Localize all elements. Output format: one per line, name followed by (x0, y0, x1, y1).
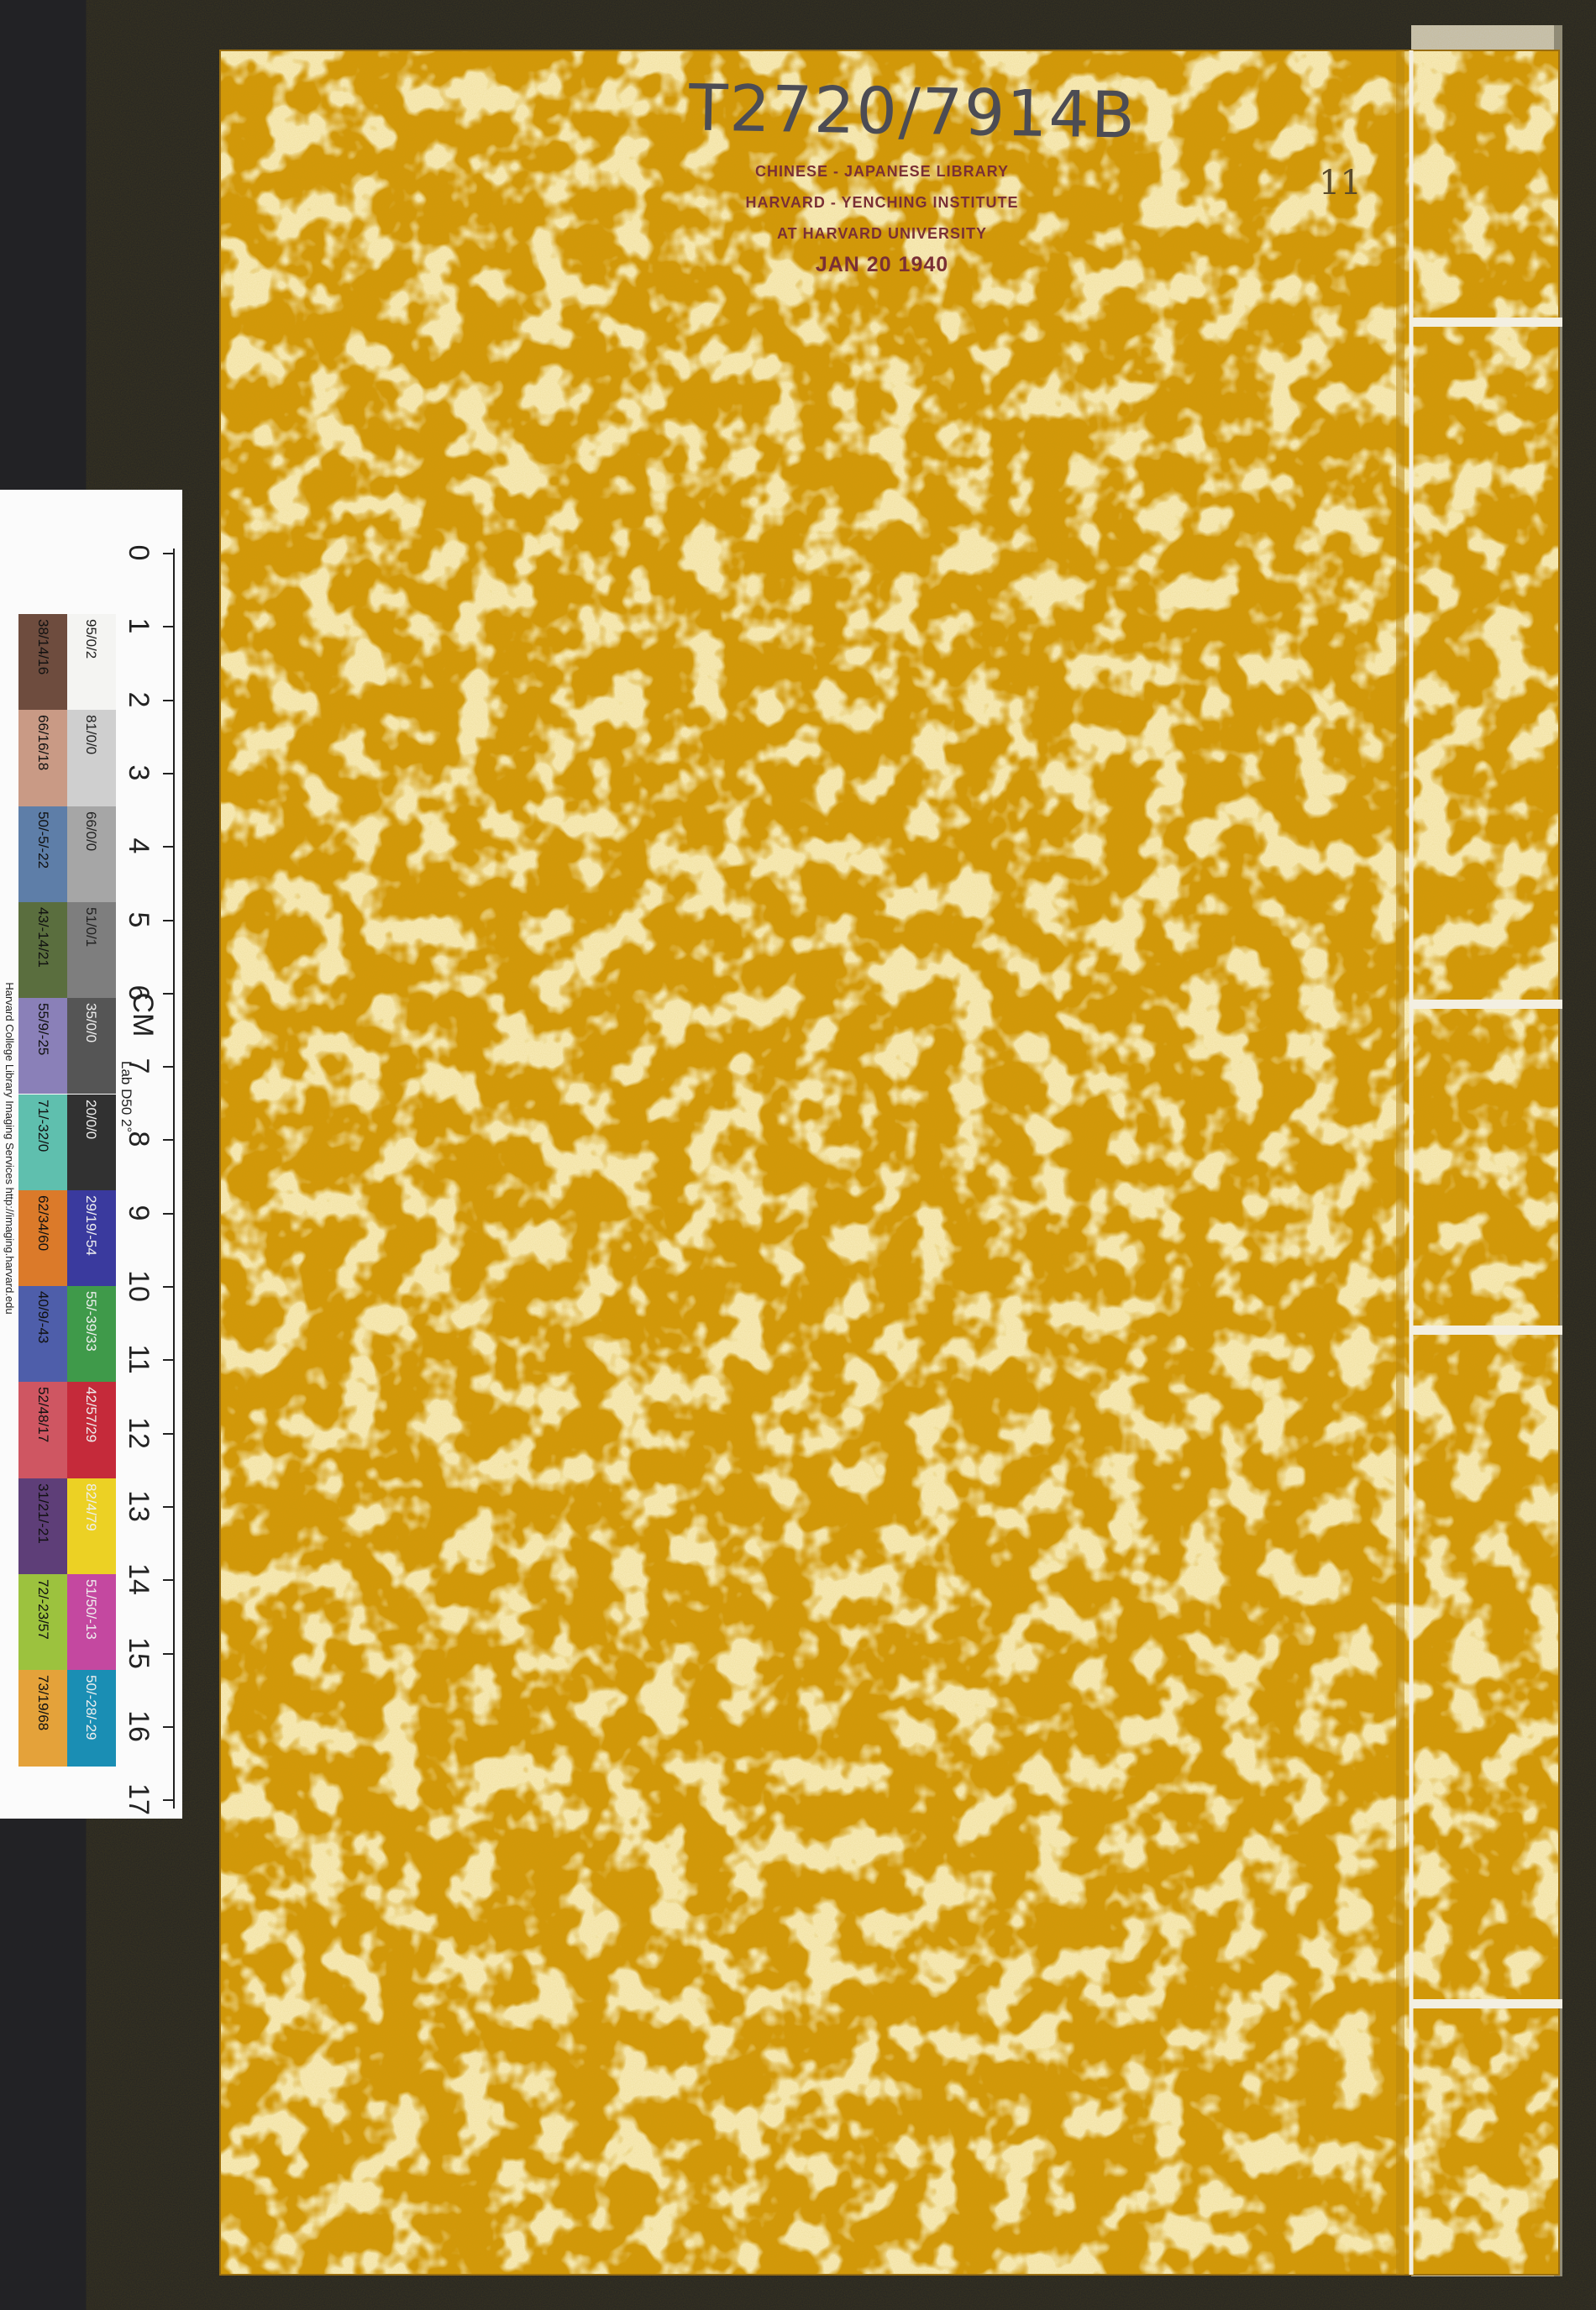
ruler-label: 10 (123, 1270, 155, 1302)
stamp-date: JAN 20 1940 (815, 253, 949, 276)
gray-patch-label: 50/-28/-29 (83, 1675, 99, 1740)
stamp-line-1: CHINESE - JAPANESE LIBRARY (754, 163, 1010, 180)
color-patch-label: 38/14/16 (35, 619, 51, 675)
handwritten-call-number: T2720/7914B (688, 70, 1137, 153)
color-patch-label: 52/48/17 (35, 1387, 51, 1443)
ruler-label: 17 (123, 1783, 155, 1815)
gray-patch-label: 82/4/79 (83, 1483, 99, 1531)
ruler-label: 8 (123, 1131, 155, 1147)
target-credit: Harvard College Library Imaging Services… (3, 982, 16, 1315)
cover-grain (220, 50, 1559, 2275)
gray-patch-label: 20/0/0 (83, 1099, 99, 1139)
spine-strip (1396, 50, 1404, 2275)
color-patch-label: 50/-5/-22 (35, 811, 51, 869)
gray-patch-label: 35/0/0 (83, 1003, 99, 1043)
ruler-label: 11 (123, 1344, 155, 1374)
library-stamp: CHINESE - JAPANESE LIBRARY HARVARD - YEN… (731, 156, 1033, 281)
ruler-label: 2 (123, 691, 155, 708)
ruler-tick (163, 1725, 175, 1728)
ruler-tick (163, 1066, 175, 1068)
ruler-tick (163, 1505, 175, 1508)
gray-patch-label: 55/-39/33 (83, 1291, 99, 1352)
ruler-tick (163, 1652, 175, 1655)
ruler-tick (163, 1579, 175, 1582)
binding-stitch-2 (1410, 1000, 1562, 1009)
ruler-line (173, 549, 175, 1809)
ruler-label: 15 (123, 1636, 155, 1669)
binding-stitch-4 (1410, 1999, 1562, 2008)
ruler-label: 12 (123, 1416, 155, 1449)
gray-patch-label: 81/0/0 (83, 715, 99, 755)
ruler-label: 16 (123, 1709, 155, 1742)
gray-patch-label: 51/0/1 (83, 906, 99, 948)
ruler-label: 4 (123, 837, 155, 854)
ruler-label: 1 (123, 617, 155, 634)
ruler-tick (163, 1359, 175, 1362)
gray-patch-label: 95/0/2 (83, 619, 99, 659)
ruler-tick (163, 1212, 175, 1215)
color-patch-label: 66/16/18 (35, 715, 51, 771)
gray-patch-label: 42/57/29 (83, 1387, 99, 1443)
ruler-label: 14 (123, 1563, 155, 1596)
ruler-label: 6 (123, 984, 155, 1001)
ruler-tick (163, 626, 175, 628)
color-patch-label: 72/-23/57 (35, 1579, 51, 1640)
ruler-tick (163, 772, 175, 774)
ruler-tick (163, 992, 175, 995)
binding-stitch-1 (1410, 318, 1562, 327)
stamp-line-3: AT HARVARD UNIVERSITY (776, 225, 988, 242)
ruler-tick (163, 1139, 175, 1142)
book-cover-scene (219, 25, 1562, 2276)
color-patch-label: 71/-32/0 (35, 1099, 51, 1152)
color-patch-label: 40/9/-43 (35, 1291, 51, 1344)
ruler-label: 7 (123, 1058, 155, 1074)
ruler-tick (163, 553, 175, 554)
color-patch-label: 55/9/-25 (35, 1003, 51, 1056)
ruler-tick (163, 919, 175, 921)
gray-patch-label: 29/19/-54 (83, 1194, 99, 1256)
ruler-tick (163, 699, 175, 701)
ruler-label: 3 (123, 764, 155, 781)
gray-patch-label: 66/0/0 (83, 811, 99, 851)
color-patch-label: 31/21/-21 (35, 1483, 51, 1544)
gray-patch-label: 51/50/-13 (83, 1579, 99, 1640)
binding-stitch-3 (1410, 1326, 1562, 1335)
color-patch-label: 73/19/68 (35, 1675, 51, 1731)
color-patch-label: 43/-14/21 (35, 906, 51, 968)
ruler-label: 5 (123, 911, 155, 927)
ruler-tick (163, 1286, 175, 1288)
color-calibration-target: Harvard College Library Imaging Services… (0, 490, 182, 1819)
color-patch-label: 62/34/60 (35, 1194, 51, 1251)
ruler-label: 0 (123, 544, 155, 561)
ruler-tick (163, 846, 175, 848)
stamp-line-2: HARVARD - YENCHING INSTITUTE (745, 194, 1019, 211)
ruler-tick (163, 1432, 175, 1435)
ruler-tick (163, 1799, 175, 1802)
handwritten-volume-mark: 11 (1319, 164, 1362, 202)
ruler-label: 13 (123, 1489, 155, 1522)
ruler-label: 9 (123, 1205, 155, 1221)
